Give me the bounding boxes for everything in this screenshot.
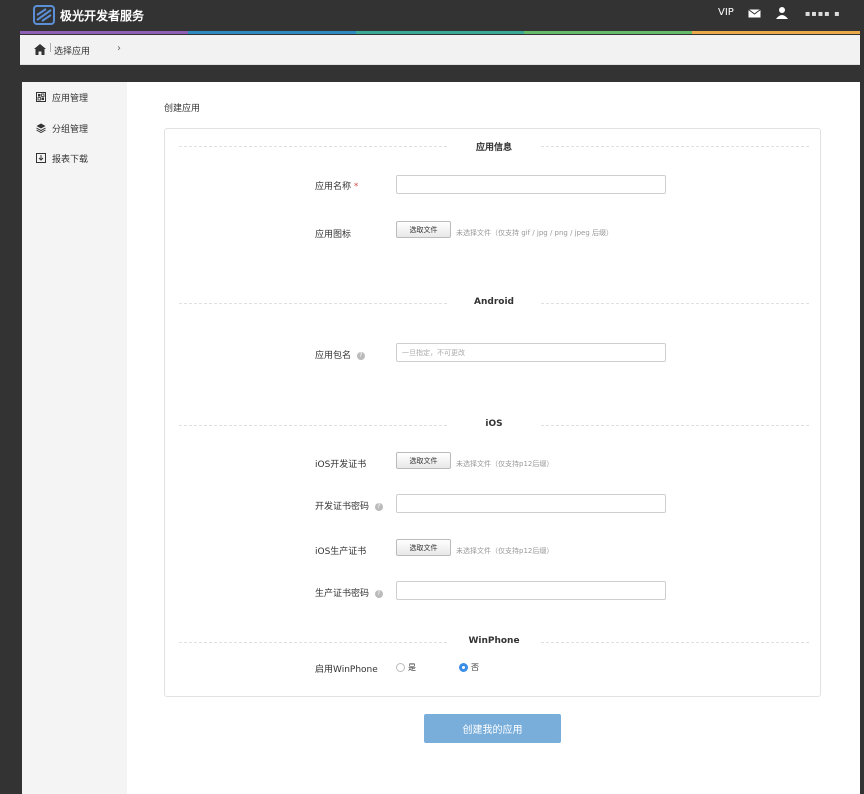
prod-cert-password-label-text: 生产证书密码 (315, 589, 370, 599)
user-icon[interactable] (776, 6, 788, 19)
section-title: 应用信息 (475, 143, 512, 153)
sidebar-item-label: 分组管理 (52, 124, 89, 135)
accent-stripe-segment (188, 31, 356, 34)
username[interactable]: ▪▪▪▪ ▪ (805, 9, 841, 18)
divider (541, 303, 809, 304)
breadcrumb: | 选择应用 › (20, 35, 860, 65)
section-title: iOS (485, 419, 503, 429)
app-grid-icon (36, 92, 46, 102)
section-android: Android (179, 297, 809, 309)
jiguang-logo-icon[interactable] (33, 4, 55, 26)
sidebar-item-label: 应用管理 (52, 93, 89, 104)
section-title: WinPhone (468, 636, 520, 646)
package-name-input[interactable] (396, 343, 666, 362)
sidebar-item-app-management[interactable]: 应用管理 (36, 90, 88, 104)
ios-dev-cert-choose-file-button[interactable]: 选取文件 (396, 452, 451, 469)
download-icon (36, 153, 46, 163)
main-content: 创建应用 应用信息 应用名称 * 应用图标 选取文件 未选择文件（仅支持 gif… (127, 82, 860, 794)
help-icon[interactable]: ? (374, 502, 383, 511)
home-icon[interactable] (34, 44, 46, 55)
breadcrumb-separator: | (49, 43, 53, 53)
help-icon[interactable]: ? (356, 351, 365, 360)
dev-cert-password-input[interactable] (396, 494, 666, 513)
winphone-yes-label: 是 (408, 663, 416, 672)
required-mark: * (353, 182, 359, 192)
page-title: 创建应用 (164, 104, 201, 114)
create-app-form: 应用信息 应用名称 * 应用图标 选取文件 未选择文件（仅支持 gif / jp… (164, 128, 821, 697)
select-app-link[interactable]: 选择应用 (54, 44, 90, 57)
prod-cert-password-label: 生产证书密码 ? (315, 586, 383, 599)
package-name-label: 应用包名 ? (315, 348, 365, 361)
ios-dev-cert-file-hint: 未选择文件（仅支持p12后缀） (456, 460, 554, 468)
layers-icon (36, 123, 46, 133)
sidebar: 应用管理 分组管理 报表下载 (22, 82, 127, 794)
divider (179, 303, 447, 304)
sidebar-item-report-download[interactable]: 报表下载 (36, 151, 88, 165)
ios-prod-cert-choose-file-button[interactable]: 选取文件 (396, 539, 451, 556)
section-ios: iOS (179, 419, 809, 431)
prod-cert-password-input[interactable] (396, 581, 666, 600)
divider (541, 146, 809, 147)
section-app-info: 应用信息 (179, 140, 809, 153)
app-icon-label: 应用图标 (315, 230, 352, 240)
app-icon-choose-file-button[interactable]: 选取文件 (396, 221, 451, 238)
accent-stripe-segment (524, 31, 692, 34)
dev-cert-password-label-text: 开发证书密码 (315, 502, 370, 512)
package-name-label-text: 应用包名 (315, 351, 352, 361)
dev-cert-password-label: 开发证书密码 ? (315, 499, 383, 512)
accent-stripe-segment (356, 31, 524, 34)
ios-dev-cert-label: iOS开发证书 (315, 460, 367, 470)
app-name-label: 应用名称 * (315, 179, 358, 192)
divider (179, 146, 447, 147)
sidebar-item-group-management[interactable]: 分组管理 (36, 121, 88, 135)
winphone-no-radio[interactable] (459, 663, 468, 672)
mail-icon[interactable] (748, 9, 761, 18)
winphone-yes-option[interactable]: 是 (396, 662, 416, 673)
winphone-no-label: 否 (471, 663, 479, 672)
ios-prod-cert-label: iOS生产证书 (315, 547, 367, 557)
app-title[interactable]: 极光开发者服务 (60, 7, 144, 24)
divider (179, 425, 447, 426)
app-icon-file-hint: 未选择文件（仅支持 gif / jpg / png / jpeg 后缀） (456, 229, 614, 237)
chevron-right-icon[interactable]: › (117, 43, 121, 54)
accent-stripe-segment (20, 31, 188, 34)
enable-winphone-label: 启用WinPhone (315, 665, 378, 675)
vip-link[interactable]: VIP (718, 7, 734, 18)
sidebar-item-label: 报表下载 (52, 154, 89, 165)
create-app-button[interactable]: 创建我的应用 (424, 714, 561, 743)
help-icon[interactable]: ? (374, 589, 383, 598)
app-name-label-text: 应用名称 (315, 182, 352, 192)
section-title: Android (474, 297, 514, 307)
divider (541, 425, 809, 426)
section-winphone: WinPhone (179, 636, 809, 648)
accent-stripe-segment (692, 31, 860, 34)
top-navbar: 极光开发者服务 VIP ▪▪▪▪ ▪ (20, 0, 860, 30)
winphone-no-option[interactable]: 否 (459, 662, 479, 673)
ios-prod-cert-file-hint: 未选择文件（仅支持p12后缀） (456, 547, 554, 555)
divider (179, 642, 447, 643)
app-name-input[interactable] (396, 175, 666, 194)
divider (541, 642, 809, 643)
winphone-yes-radio[interactable] (396, 663, 405, 672)
